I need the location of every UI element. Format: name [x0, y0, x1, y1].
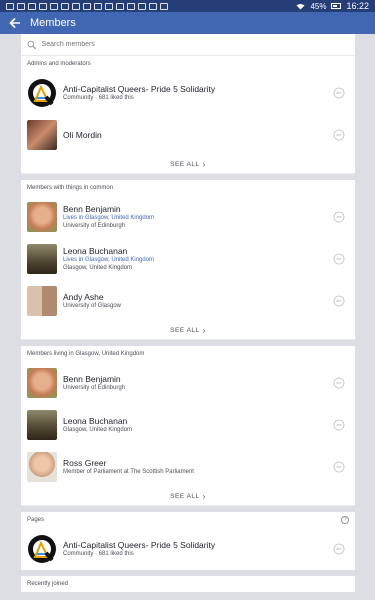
- battery-percent: 45%: [310, 1, 327, 11]
- section-title-pages: Pages ?: [21, 512, 355, 528]
- search-bar[interactable]: [21, 34, 355, 56]
- notification-icon: [149, 2, 157, 10]
- section-title-living: Members living in Glasgow, United Kingdo…: [21, 346, 355, 362]
- notification-icon: [6, 2, 14, 10]
- member-avatar: [27, 410, 57, 440]
- member-avatar: [27, 368, 57, 398]
- chevron-right-icon: ›: [202, 326, 206, 335]
- member-avatar: [27, 202, 57, 232]
- app-bar: Members: [0, 12, 375, 34]
- notification-icon: [17, 2, 25, 10]
- list-item[interactable]: Leona Buchanan Lives in Glasgow, United …: [21, 238, 355, 280]
- messenger-icon[interactable]: [333, 377, 345, 389]
- messenger-icon[interactable]: [333, 253, 345, 265]
- messenger-icon[interactable]: [333, 87, 345, 99]
- members-list: Admins and moderators Anti-Capitalist Qu…: [21, 34, 355, 600]
- see-all-button[interactable]: SEE ALL ›: [21, 488, 355, 506]
- battery-icon: [331, 3, 342, 9]
- help-icon[interactable]: ?: [341, 516, 349, 524]
- section-title-common: Members with things in common: [21, 180, 355, 196]
- notification-icons: [6, 2, 168, 10]
- member-detail: University of Glasgow: [63, 303, 122, 309]
- messenger-icon[interactable]: [333, 543, 345, 555]
- notification-icon: [105, 2, 113, 10]
- notification-icon: [116, 2, 124, 10]
- member-location-link[interactable]: Lives in Glasgow, United Kingdom: [63, 256, 333, 264]
- messenger-icon[interactable]: [333, 419, 345, 431]
- pages-card: Pages ? Anti-Capitalist Queers- Pride 5 …: [21, 512, 355, 570]
- member-name: Oli Mordin: [63, 130, 102, 140]
- member-name: Leona Buchanan: [63, 246, 128, 256]
- member-avatar: [27, 244, 57, 274]
- notification-icon: [160, 2, 168, 10]
- search-input[interactable]: [41, 41, 349, 48]
- member-detail: Community · 681 liked this: [63, 551, 134, 557]
- see-all-button[interactable]: SEE ALL ›: [21, 156, 355, 174]
- page-title: Members: [30, 17, 76, 29]
- list-item[interactable]: Benn Benjamin University of Edinburgh: [21, 362, 355, 404]
- notification-icon: [94, 2, 102, 10]
- notification-icon: [72, 2, 80, 10]
- list-item[interactable]: Leona Buchanan Glasgow, United Kingdom: [21, 404, 355, 446]
- list-item[interactable]: Benn Benjamin Lives in Glasgow, United K…: [21, 196, 355, 238]
- notification-icon: [138, 2, 146, 10]
- clock: 16:22: [346, 1, 369, 11]
- section-title-text: Members living in Glasgow, United Kingdo…: [27, 351, 145, 357]
- member-detail: Member of Parliament at The Scottish Par…: [63, 469, 194, 475]
- member-name: Benn Benjamin: [63, 374, 121, 384]
- member-name: Benn Benjamin: [63, 204, 121, 214]
- messenger-icon[interactable]: [333, 129, 345, 141]
- section-title-text: Members with things in common: [27, 185, 114, 191]
- list-item[interactable]: Anti-Capitalist Queers- Pride 5 Solidari…: [21, 528, 355, 570]
- list-item[interactable]: Oli Mordin: [21, 114, 355, 156]
- list-item[interactable]: Ross Greer Member of Parliament at The S…: [21, 446, 355, 488]
- section-title-text: Pages: [27, 517, 45, 523]
- messenger-icon[interactable]: [333, 211, 345, 223]
- chevron-right-icon: ›: [202, 492, 206, 501]
- member-avatar: [27, 452, 57, 482]
- member-name: Anti-Capitalist Queers- Pride 5 Solidari…: [63, 84, 216, 94]
- notification-icon: [127, 2, 135, 10]
- messenger-icon[interactable]: [333, 461, 345, 473]
- member-avatar: [27, 286, 57, 316]
- section-title-admins: Admins and moderators: [21, 56, 355, 72]
- back-arrow-icon[interactable]: [8, 16, 22, 30]
- messenger-icon[interactable]: [333, 295, 345, 307]
- section-title-text: Admins and moderators: [27, 61, 91, 67]
- common-card: Members with things in common Benn Benja…: [21, 180, 355, 340]
- see-all-label: SEE ALL: [170, 493, 200, 500]
- group-logo-avatar: [27, 78, 57, 108]
- member-detail: Glasgow, United Kingdom: [63, 427, 133, 433]
- wifi-icon: [296, 3, 305, 9]
- member-location-link[interactable]: Lives in Glasgow, United Kingdom: [63, 214, 333, 222]
- living-card: Members living in Glasgow, United Kingdo…: [21, 346, 355, 506]
- member-avatar: [27, 120, 57, 150]
- chevron-right-icon: ›: [202, 160, 206, 169]
- status-bar: 45% 16:22: [0, 0, 375, 12]
- member-name: Ross Greer: [63, 458, 107, 468]
- member-name: Leona Buchanan: [63, 416, 128, 426]
- member-name: Anti-Capitalist Queers- Pride 5 Solidari…: [63, 540, 216, 550]
- notification-icon: [61, 2, 69, 10]
- notification-icon: [28, 2, 36, 10]
- member-name: Andy Ashe: [63, 292, 104, 302]
- member-detail: University of Edinburgh: [63, 223, 126, 229]
- notification-icon: [50, 2, 58, 10]
- notification-icon: [83, 2, 91, 10]
- member-detail: Glasgow, United Kingdom: [63, 265, 133, 271]
- section-title-recently-joined: Recently joined: [21, 576, 355, 592]
- list-item[interactable]: Anti-Capitalist Queers- Pride 5 Solidari…: [21, 72, 355, 114]
- see-all-label: SEE ALL: [170, 161, 200, 168]
- admins-card: Admins and moderators Anti-Capitalist Qu…: [21, 34, 355, 174]
- search-icon: [27, 40, 36, 49]
- see-all-label: SEE ALL: [170, 327, 200, 334]
- list-item[interactable]: Andy Ashe University of Glasgow: [21, 280, 355, 322]
- section-title-text: Recently joined: [27, 581, 69, 587]
- member-detail: University of Edinburgh: [63, 385, 126, 391]
- see-all-button[interactable]: SEE ALL ›: [21, 322, 355, 340]
- notification-icon: [39, 2, 47, 10]
- group-logo-avatar: [27, 534, 57, 564]
- member-detail: Community · 681 liked this: [63, 95, 134, 101]
